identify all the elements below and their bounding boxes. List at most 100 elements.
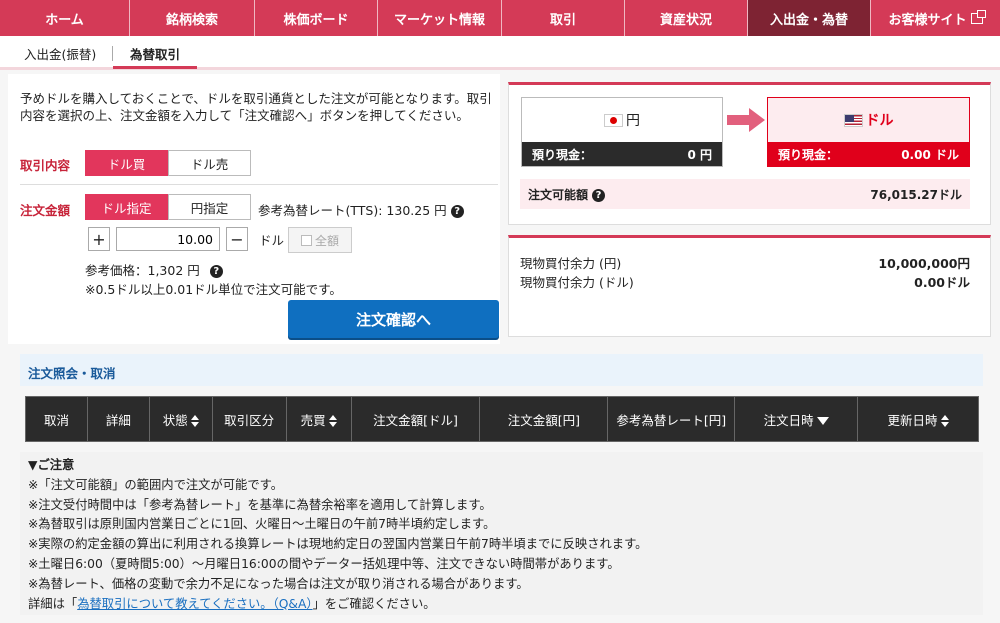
available-amount-label: 注文可能額	[528, 187, 589, 202]
col-status-label: 状態	[162, 412, 188, 428]
nav-market-info-label: マーケット情報	[393, 12, 485, 28]
reference-price-text: 参考価格：1,302 円	[85, 263, 200, 278]
buying-power-dollar-label: 現物買付余力 (ドル)	[520, 275, 634, 290]
yen-cash-bar: 預り現金： 0 円	[522, 142, 722, 166]
col-reference-rate: 参考為替レート[円]	[607, 396, 736, 442]
col-order-date[interactable]: 注文日時	[734, 396, 859, 442]
trade-type-toggle: ドル買 ドル売	[85, 150, 251, 176]
nav-trade-label: 取引	[549, 12, 576, 28]
unit-label: ドル	[259, 233, 285, 248]
sort-icon	[328, 415, 337, 427]
intro-text: 予めドルを購入しておくことで、ドルを取引通貨とした注文が可能となります。取引内容…	[20, 91, 492, 123]
all-amount-checkbox[interactable]: 全額	[288, 227, 352, 253]
buying-power-dollar-value: 0.00ドル	[914, 275, 970, 290]
dollar-card-header: ドル	[768, 98, 969, 142]
japan-flag-icon	[604, 113, 623, 127]
detail-prefix: 詳細は「	[28, 596, 78, 611]
nav-trade[interactable]: 取引	[502, 0, 625, 36]
yen-card-header: 円	[522, 98, 722, 142]
detail-suffix: 」をご確認ください。	[312, 596, 436, 611]
all-amount-label: 全額	[314, 233, 339, 248]
note-line: ※為替取引は原則国内営業日ごとに1回、火曜日～土曜日の午前7時半頃約定します。	[28, 517, 496, 532]
nav-assets-label: 資産状況	[659, 12, 712, 28]
buying-power-yen-label: 現物買付余力 (円)	[520, 256, 622, 271]
yen-cash-value: 0 円	[687, 147, 712, 162]
caution-title: ▼ご注意	[28, 458, 75, 472]
available-amount-label-wrap: 注文可能額?	[528, 186, 606, 203]
reference-price: 参考価格：1,302 円?	[85, 260, 223, 279]
nav-customer-site-label: お客様サイト	[888, 12, 967, 28]
amount-input[interactable]	[116, 227, 220, 251]
col-status[interactable]: 状態	[148, 396, 213, 442]
sort-icon	[940, 415, 949, 427]
tab-separator	[112, 46, 113, 61]
caution-notes: ▼ご注意 ※「注文可能額」の範囲内で注文が可能です。 ※注文受付時間中は「参考為…	[20, 452, 983, 615]
order-inquiry-heading: 注文照会・取消	[20, 354, 983, 386]
note-line: ※「注文可能額」の範囲内で注文が可能です。	[28, 477, 284, 492]
dollar-cash-value: 0.00 ドル	[901, 147, 959, 162]
dollar-label: ドル	[865, 113, 894, 129]
external-link-icon	[970, 9, 986, 24]
faq-link[interactable]: 為替取引について教えてください。（Q&A）	[77, 597, 312, 611]
nav-market-info[interactable]: マーケット情報	[378, 0, 502, 36]
col-buy-sell-label: 売買	[300, 412, 326, 428]
amount-label: 注文金額	[20, 203, 71, 218]
buy-dollar-option[interactable]: ドル買	[85, 150, 168, 176]
nav-assets[interactable]: 資産状況	[625, 0, 748, 36]
nav-stock-search[interactable]: 銘柄検索	[130, 0, 255, 36]
col-updated-date-label: 更新日時	[887, 412, 938, 428]
tab-deposit-transfer[interactable]: 入出金(振替)	[24, 44, 96, 63]
sell-dollar-option[interactable]: ドル売	[168, 150, 251, 176]
col-amount-yen: 注文金額[円]	[479, 396, 609, 442]
nav-customer-site[interactable]: お客様サイト	[871, 0, 1000, 36]
dollar-cash-bar: 預り現金： 0.00 ドル	[768, 142, 969, 166]
form-divider	[20, 184, 498, 185]
yen-card: 円 預り現金： 0 円	[521, 97, 723, 167]
nav-deposit-fx-label: 入出金・為替	[769, 12, 848, 28]
help-icon[interactable]: ?	[209, 265, 223, 278]
help-icon[interactable]: ?	[450, 205, 464, 218]
col-detail: 詳細	[86, 396, 150, 442]
note-line: ※土曜日6:00（夏時間5:00）～月曜日16:00の間やデーター括処理中等、注…	[28, 556, 620, 571]
note-detail-line: 詳細は「為替取引について教えてください。（Q&A）」をご確認ください。	[28, 595, 975, 615]
col-buy-sell[interactable]: 売買	[285, 396, 352, 442]
note-line: ※為替レート、価格の変動で余力不足になった場合は注文が取り消される場合があります…	[28, 576, 529, 591]
dollar-specify-option[interactable]: ドル指定	[85, 194, 168, 220]
increment-button[interactable]: +	[88, 227, 110, 251]
sub-tabs: 入出金(振替) 為替取引	[0, 36, 1000, 70]
nav-deposit-fx[interactable]: 入出金・為替	[748, 0, 871, 36]
confirm-order-button[interactable]: 注文確認へ	[288, 300, 499, 338]
buying-power-yen-value: 10,000,000円	[878, 256, 970, 271]
nav-stock-board-label: 株価ボード	[283, 12, 349, 28]
col-cancel: 取消	[25, 396, 88, 442]
table-header-row: 取消 詳細 状態 取引区分 売買 注文金額[ドル] 注文金額[円] 参考為替レー…	[25, 396, 979, 442]
dollar-cash-label: 預り現金：	[778, 147, 839, 162]
us-flag-icon	[843, 113, 863, 127]
buying-power-dollar-row: 現物買付余力 (ドル) 0.00ドル	[520, 272, 970, 291]
help-icon[interactable]: ?	[592, 188, 606, 202]
buying-power-yen-row: 現物買付余力 (円) 10,000,000円	[520, 253, 970, 272]
col-updated-date[interactable]: 更新日時	[857, 396, 979, 442]
dollar-card: ドル 預り現金： 0.00 ドル	[767, 97, 970, 167]
col-amount-dollar: 注文金額[ドル]	[350, 396, 481, 442]
yen-specify-option[interactable]: 円指定	[168, 194, 251, 220]
yen-cash-label: 預り現金：	[532, 147, 593, 162]
reference-rate-text: 参考為替レート(TTS): 130.25 円	[258, 203, 447, 218]
checkbox-icon	[300, 234, 312, 246]
unit-note: ※0.5ドル以上0.01ドル単位で注文可能です。	[85, 282, 342, 297]
nav-home-label: ホーム	[45, 12, 84, 28]
tab-fx-trade[interactable]: 為替取引	[130, 44, 180, 63]
reference-rate: 参考為替レート(TTS): 130.25 円?	[258, 200, 464, 219]
trade-type-label: 取引内容	[20, 158, 71, 173]
sort-desc-icon	[816, 417, 829, 425]
order-table: 取消 詳細 状態 取引区分 売買 注文金額[ドル] 注文金額[円] 参考為替レー…	[25, 396, 979, 442]
decrement-button[interactable]: −	[226, 227, 248, 251]
yen-label: 円	[626, 113, 640, 129]
nav-stock-board[interactable]: 株価ボード	[255, 0, 378, 36]
arrow-right-icon	[727, 108, 765, 132]
amount-type-toggle: ドル指定 円指定	[85, 194, 251, 220]
nav-home[interactable]: ホーム	[0, 0, 130, 36]
note-line: ※注文受付時間中は「参考為替レート」を基準に為替余裕率を適用して計算します。	[28, 497, 492, 512]
top-nav: ホーム 銘柄検索 株価ボード マーケット情報 取引 資産状況 入出金・為替 お客…	[0, 0, 1000, 36]
available-amount-value: 76,015.27ドル	[870, 187, 962, 202]
